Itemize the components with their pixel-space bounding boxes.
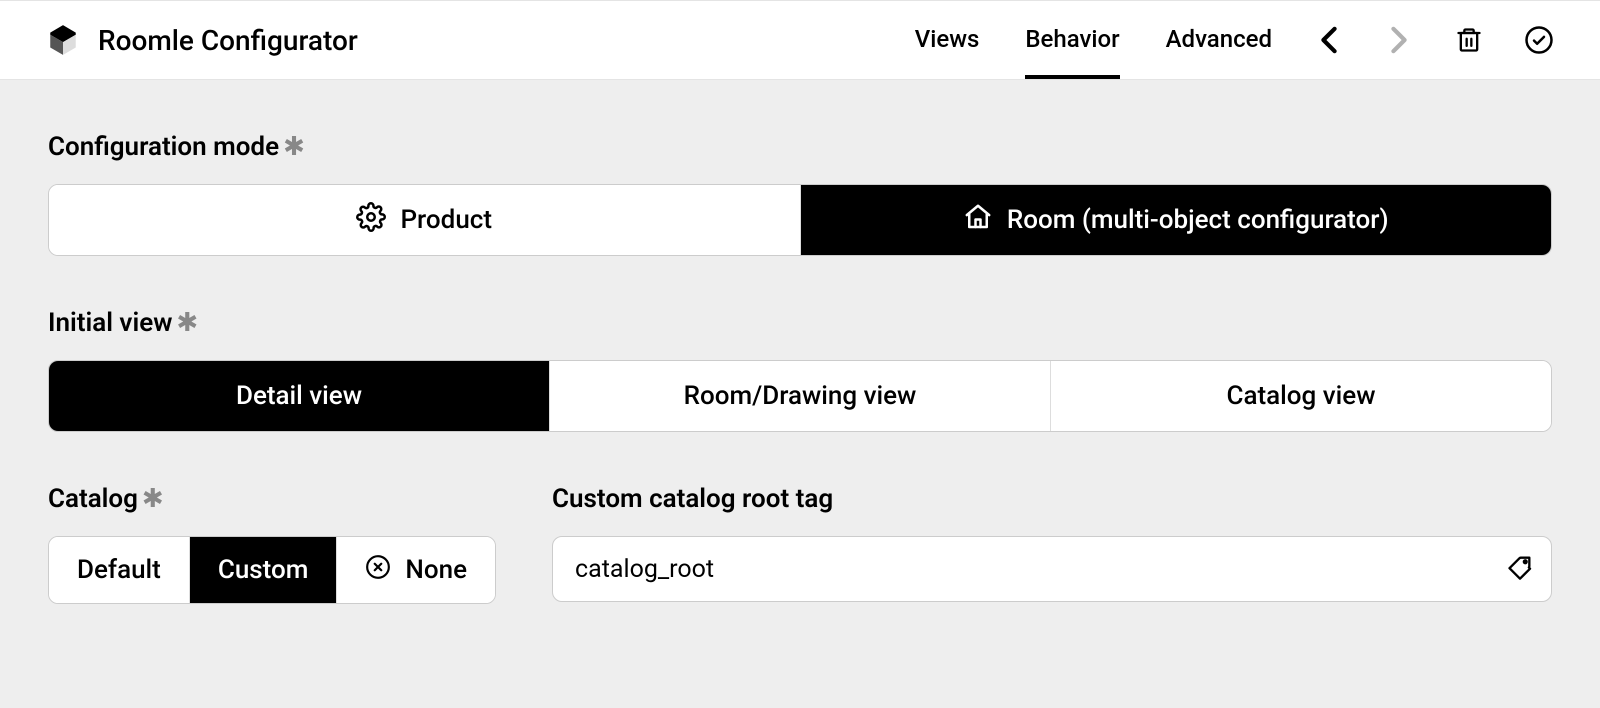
segment-room-drawing-view[interactable]: Room/Drawing view [550,361,1051,431]
section-config-mode: Configuration mode✱ Product Room ( [48,132,1552,256]
segment-product[interactable]: Product [49,185,801,255]
custom-tag-label: Custom catalog root tag [552,484,1552,514]
segment-catalog-custom-label: Custom [218,555,309,585]
catalog-label-text: Catalog [48,484,138,514]
segment-catalog-default[interactable]: Default [49,537,190,603]
section-catalog: Catalog✱ Default Custom None [48,484,496,604]
required-asterisk: ✱ [176,308,198,338]
config-mode-label: Configuration mode✱ [48,132,1552,162]
app-logo-icon [46,23,80,57]
delete-icon[interactable] [1454,25,1484,55]
required-asterisk: ✱ [283,132,305,162]
segment-detail-view[interactable]: Detail view [49,361,550,431]
segment-catalog-view[interactable]: Catalog view [1051,361,1551,431]
custom-tag-input-wrap [552,536,1552,602]
section-initial-view: Initial view✱ Detail view Room/Drawing v… [48,308,1552,432]
section-catalog-row: Catalog✱ Default Custom None [48,484,1552,604]
segment-room-label: Room (multi-object configurator) [1007,205,1389,235]
confirm-icon[interactable] [1524,25,1554,55]
next-icon [1384,25,1414,55]
tab-advanced[interactable]: Advanced [1166,1,1272,79]
custom-tag-label-text: Custom catalog root tag [552,484,833,514]
segment-product-label: Product [400,205,492,235]
segment-catalog-none-label: None [405,555,467,585]
segment-catalog-none[interactable]: None [337,537,495,603]
gear-icon [356,202,386,239]
segment-catalog-custom[interactable]: Custom [190,537,338,603]
header-actions [1314,25,1554,55]
content: Configuration mode✱ Product Room ( [0,80,1600,708]
prev-icon[interactable] [1314,25,1344,55]
custom-tag-input[interactable] [552,536,1552,602]
x-circle-icon [365,554,391,587]
catalog-label: Catalog✱ [48,484,496,514]
tag-icon [1506,553,1534,585]
segment-detail-view-label: Detail view [236,381,362,411]
initial-view-label: Initial view✱ [48,308,1552,338]
tab-behavior[interactable]: Behavior [1025,1,1119,79]
config-mode-label-text: Configuration mode [48,132,279,162]
page-title: Roomle Configurator [98,24,358,57]
tab-views[interactable]: Views [915,1,980,79]
initial-view-segmented: Detail view Room/Drawing view Catalog vi… [48,360,1552,432]
segment-catalog-default-label: Default [77,555,161,585]
header-left: Roomle Configurator [46,23,915,57]
catalog-segmented: Default Custom None [48,536,496,604]
home-icon [963,202,993,239]
config-mode-segmented: Product Room (multi-object configurator) [48,184,1552,256]
segment-catalog-view-label: Catalog view [1227,381,1376,411]
initial-view-label-text: Initial view [48,308,172,338]
section-custom-tag: Custom catalog root tag [552,484,1552,602]
header: Roomle Configurator Views Behavior Advan… [0,0,1600,80]
segment-room-drawing-view-label: Room/Drawing view [684,381,917,411]
header-tabs: Views Behavior Advanced [915,1,1272,79]
segment-room[interactable]: Room (multi-object configurator) [801,185,1552,255]
required-asterisk: ✱ [142,484,164,514]
